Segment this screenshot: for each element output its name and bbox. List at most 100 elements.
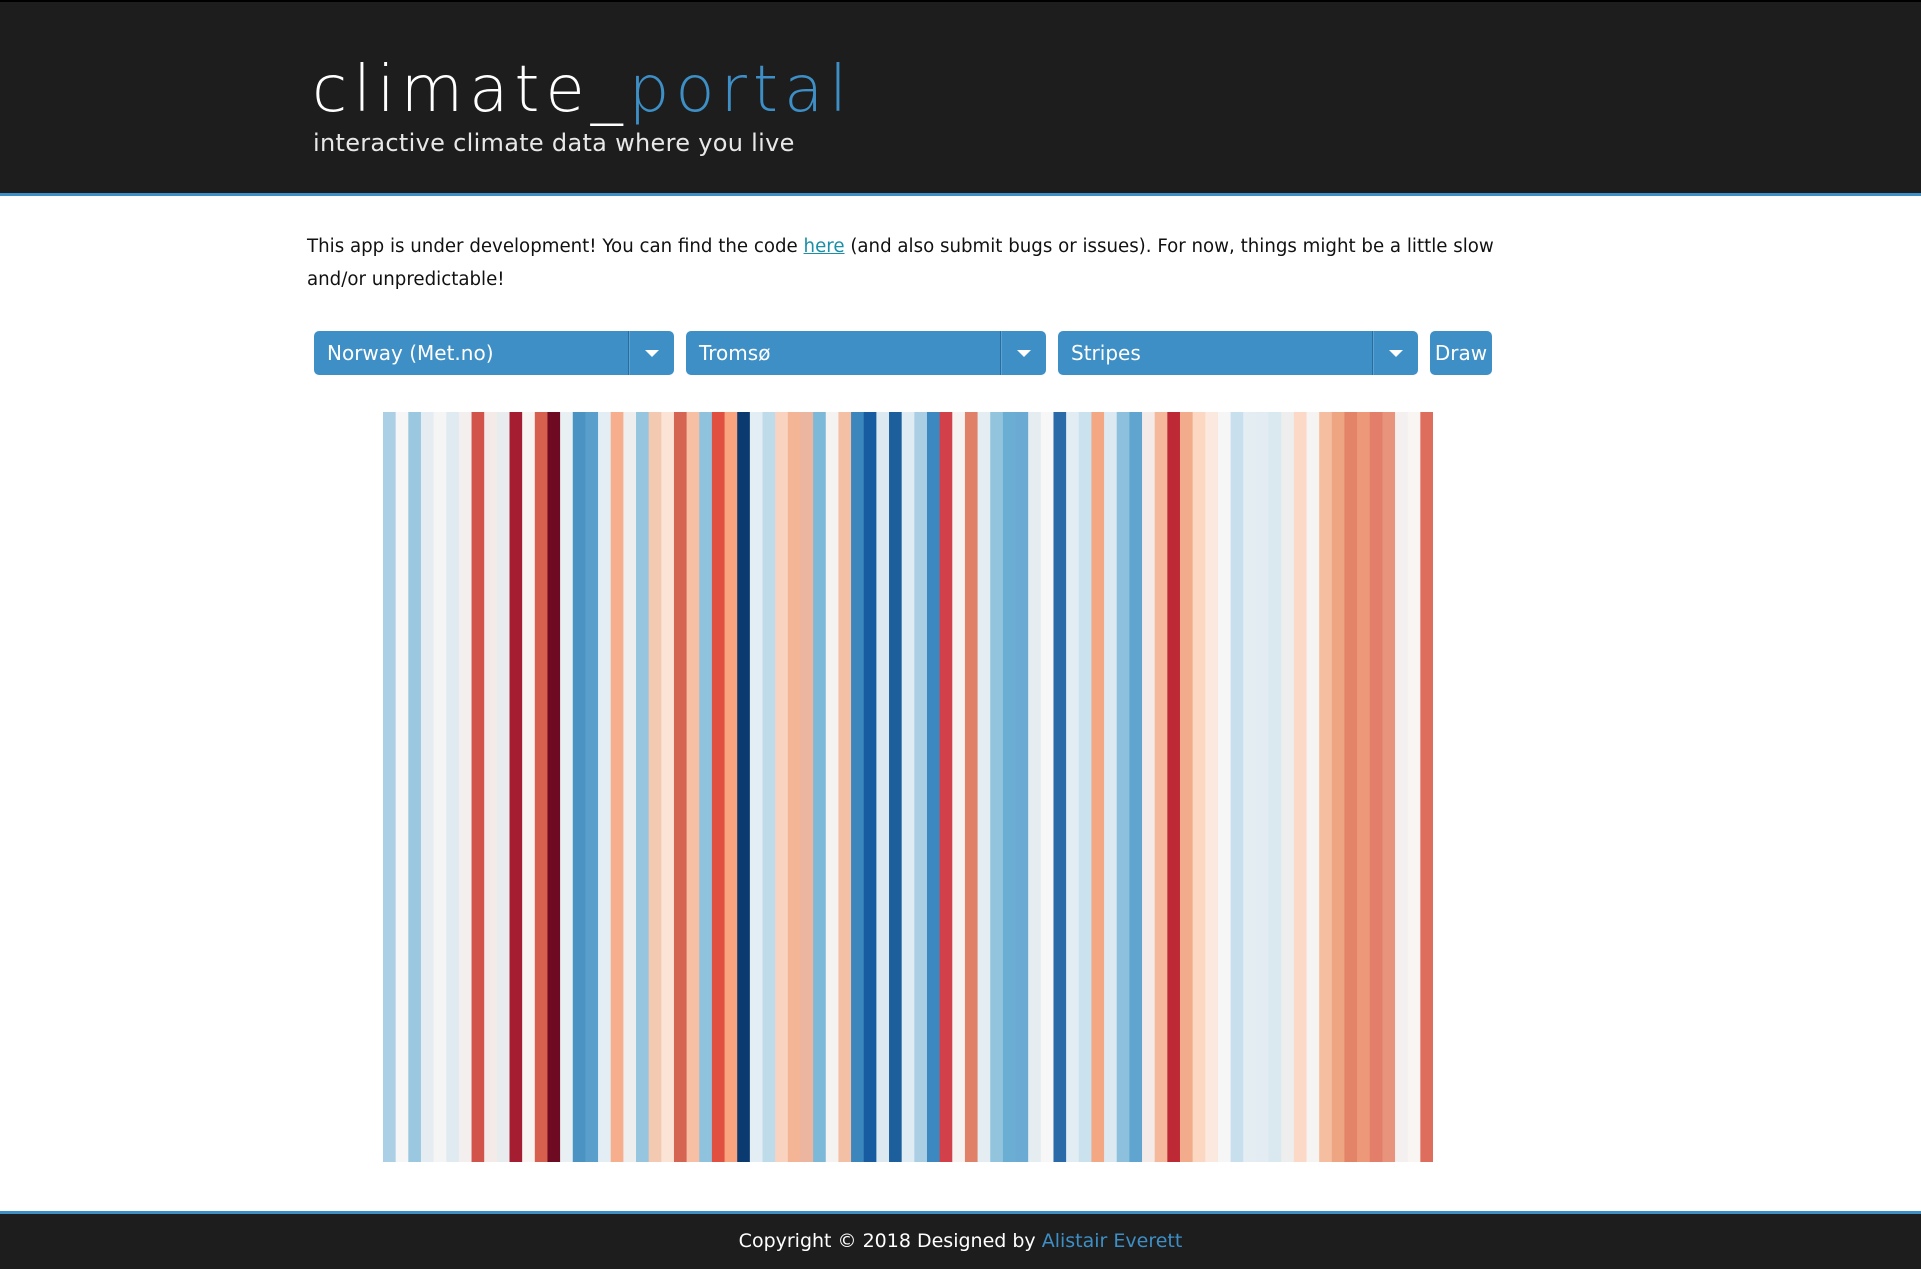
draw-button[interactable]: Draw: [1430, 331, 1492, 375]
stripe: [1293, 412, 1308, 1162]
stripe: [1357, 412, 1371, 1162]
logo-main-text: climate_: [312, 53, 629, 127]
chart-type-select-value: Stripes: [1071, 341, 1141, 365]
stripe: [1142, 412, 1156, 1162]
chart-type-select-divider: [1372, 331, 1373, 375]
stripe: [813, 412, 827, 1162]
stripe: [1205, 412, 1219, 1162]
stripe: [686, 412, 700, 1162]
stripe: [914, 412, 928, 1162]
stripe: [496, 412, 511, 1162]
site-footer: Copyright © 2018 Designed by Alistair Ev…: [0, 1211, 1921, 1269]
stripe: [977, 412, 991, 1162]
stripe: [484, 412, 498, 1162]
climate-stripes-chart: [383, 412, 1433, 1162]
location-select[interactable]: Tromsø: [686, 331, 1046, 375]
stripe: [762, 412, 776, 1162]
stripe: [1028, 412, 1042, 1162]
source-select-divider: [628, 331, 629, 375]
stripe: [458, 412, 473, 1162]
chevron-down-icon[interactable]: [1017, 350, 1031, 357]
stripe: [1154, 412, 1168, 1162]
stripe: [648, 412, 662, 1162]
site-logo[interactable]: climate_portal: [312, 50, 853, 130]
stripe: [711, 412, 726, 1162]
stripe: [1268, 412, 1282, 1162]
logo-accent-text: portal: [628, 53, 853, 127]
location-select-value: Tromsø: [699, 341, 771, 365]
stripe: [534, 412, 549, 1162]
stripe: [1066, 412, 1080, 1162]
stripe: [408, 412, 422, 1162]
stripe: [1053, 412, 1067, 1162]
stripe: [522, 412, 536, 1162]
site-tagline: interactive climate data where you live: [313, 129, 795, 157]
chevron-down-icon[interactable]: [645, 350, 659, 357]
stripe: [585, 412, 599, 1162]
stripe: [889, 412, 903, 1162]
stripe: [1179, 412, 1194, 1162]
stripe: [1192, 412, 1206, 1162]
code-link[interactable]: here: [804, 236, 845, 257]
stripe: [1281, 412, 1295, 1162]
stripe: [787, 412, 802, 1162]
stripe: [572, 412, 587, 1162]
stripe: [1002, 412, 1017, 1162]
stripe: [1420, 412, 1433, 1162]
author-link[interactable]: Alistair Everett: [1042, 1230, 1183, 1252]
stripe: [1382, 412, 1396, 1162]
stripe: [1319, 412, 1333, 1162]
stripe: [901, 412, 915, 1162]
stripe: [1306, 412, 1320, 1162]
stripe: [1243, 412, 1257, 1162]
stripe: [509, 412, 523, 1162]
stripe: [433, 412, 447, 1162]
stripe: [1255, 412, 1270, 1162]
stripe: [863, 412, 877, 1162]
stripe: [851, 412, 865, 1162]
stripe: [775, 412, 789, 1162]
chart-type-select[interactable]: Stripes: [1058, 331, 1418, 375]
stripe: [383, 412, 397, 1162]
stripe: [598, 412, 612, 1162]
stripe: [724, 412, 738, 1162]
stripe: [1040, 412, 1055, 1162]
source-select[interactable]: Norway (Met.no): [314, 331, 674, 375]
stripe: [952, 412, 966, 1162]
stripe: [1129, 412, 1143, 1162]
stripe: [1331, 412, 1346, 1162]
stripe: [1230, 412, 1244, 1162]
stripe: [471, 412, 485, 1162]
stripe: [610, 412, 624, 1162]
stripe: [749, 412, 764, 1162]
stripe: [964, 412, 979, 1162]
copyright-text: Copyright © 2018 Designed by: [738, 1230, 1042, 1252]
stripe: [1116, 412, 1130, 1162]
stripe: [420, 412, 435, 1162]
stripe: [825, 412, 840, 1162]
stripe: [876, 412, 890, 1162]
chevron-down-icon[interactable]: [1389, 350, 1403, 357]
stripe: [926, 412, 941, 1162]
stripe: [623, 412, 637, 1162]
stripe: [395, 412, 409, 1162]
location-select-divider: [1000, 331, 1001, 375]
stripe: [699, 412, 713, 1162]
source-select-value: Norway (Met.no): [327, 341, 494, 365]
stripe: [1091, 412, 1105, 1162]
stripe: [560, 412, 574, 1162]
stripe: [1104, 412, 1118, 1162]
stripe: [636, 412, 650, 1162]
stripe: [1344, 412, 1358, 1162]
stripe: [673, 412, 688, 1162]
stripe: [1369, 412, 1383, 1162]
stripe: [1015, 412, 1029, 1162]
stripe: [1407, 412, 1421, 1162]
stripe: [800, 412, 814, 1162]
stripe: [1395, 412, 1409, 1162]
stripe: [446, 412, 460, 1162]
stripe: [1078, 412, 1093, 1162]
stripe: [737, 412, 751, 1162]
stripe: [939, 412, 953, 1162]
stripe: [990, 412, 1004, 1162]
